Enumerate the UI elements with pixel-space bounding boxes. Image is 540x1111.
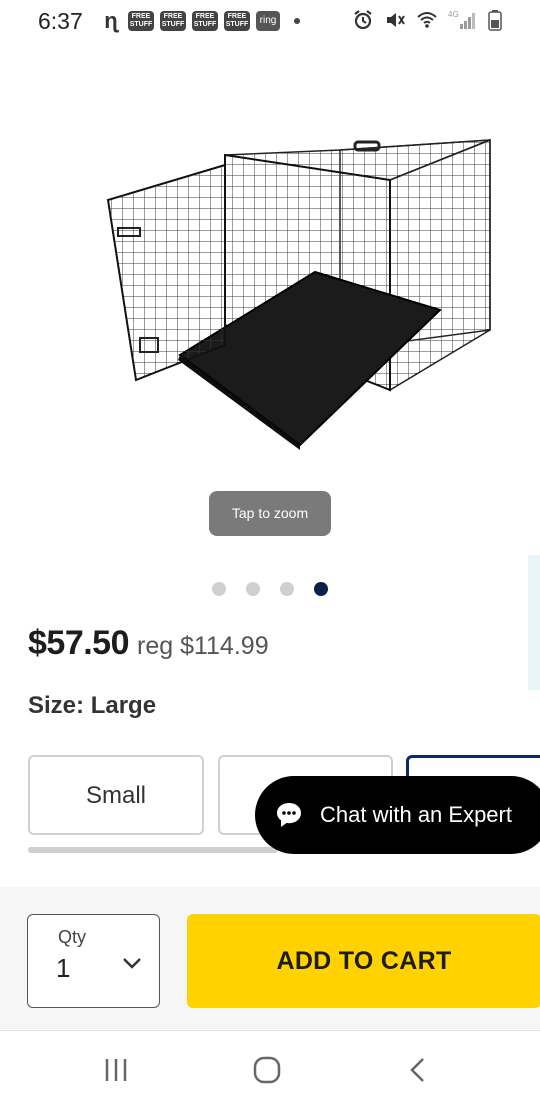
image-carousel-dots [212,582,328,596]
carousel-dot[interactable] [280,582,294,596]
ring-app-icon: ring [256,11,280,31]
carousel-dot[interactable] [246,582,260,596]
status-bar: 6:37 ɳ FREE STUFF FREE STUFF FREE STUFF … [0,0,540,44]
more-notifications-icon [294,18,300,24]
carousel-dot-active[interactable] [314,582,328,596]
battery-icon [488,10,502,31]
sale-price: $57.50 [28,624,130,662]
chevron-down-icon [123,958,141,969]
mute-icon [387,13,405,27]
signal-icon: 4G [448,10,475,29]
wifi-icon [417,12,437,28]
size-selected-value: Large [90,692,157,719]
alarm-icon [354,10,372,30]
recent-apps-icon[interactable] [103,1055,129,1085]
price-row: $57.50 reg $114.99 [28,624,269,663]
carousel-dot[interactable] [212,582,226,596]
free-stuff-icon: FREE STUFF [224,11,250,31]
chat-bubble-icon [277,803,301,827]
dog-crate-image[interactable] [100,120,500,460]
quantity-select[interactable]: Qty 1 [27,914,160,1008]
free-stuff-icon: FREE STUFF [160,11,186,31]
system-nav-bar [0,1030,540,1111]
home-icon[interactable] [252,1055,282,1085]
status-time: 6:37 [38,8,83,34]
size-heading: Size: Large [28,692,156,720]
size-scrollbar[interactable] [28,847,278,853]
chat-label: Chat with an Expert [320,802,512,827]
add-to-cart-button[interactable]: ADD TO CART [187,914,540,1008]
regular-price: reg $114.99 [137,632,269,660]
svg-text:4G: 4G [448,10,459,19]
system-icons: 4G [352,9,502,31]
chat-with-expert-button[interactable]: Chat with an Expert [255,776,540,854]
free-stuff-icon: FREE STUFF [192,11,218,31]
size-label: Size: [28,692,85,719]
free-stuff-icon: FREE STUFF [128,11,154,31]
side-panel-edge[interactable] [528,555,540,690]
notification-icons: ɳ FREE STUFF FREE STUFF FREE STUFF FREE … [100,10,300,32]
qty-value: 1 [56,953,71,983]
size-option-small[interactable]: Small [28,755,204,835]
tap-to-zoom-button[interactable]: Tap to zoom [209,491,331,536]
back-icon[interactable] [405,1055,431,1085]
n-app-icon: ɳ [104,8,118,33]
qty-label: Qty [58,927,87,947]
